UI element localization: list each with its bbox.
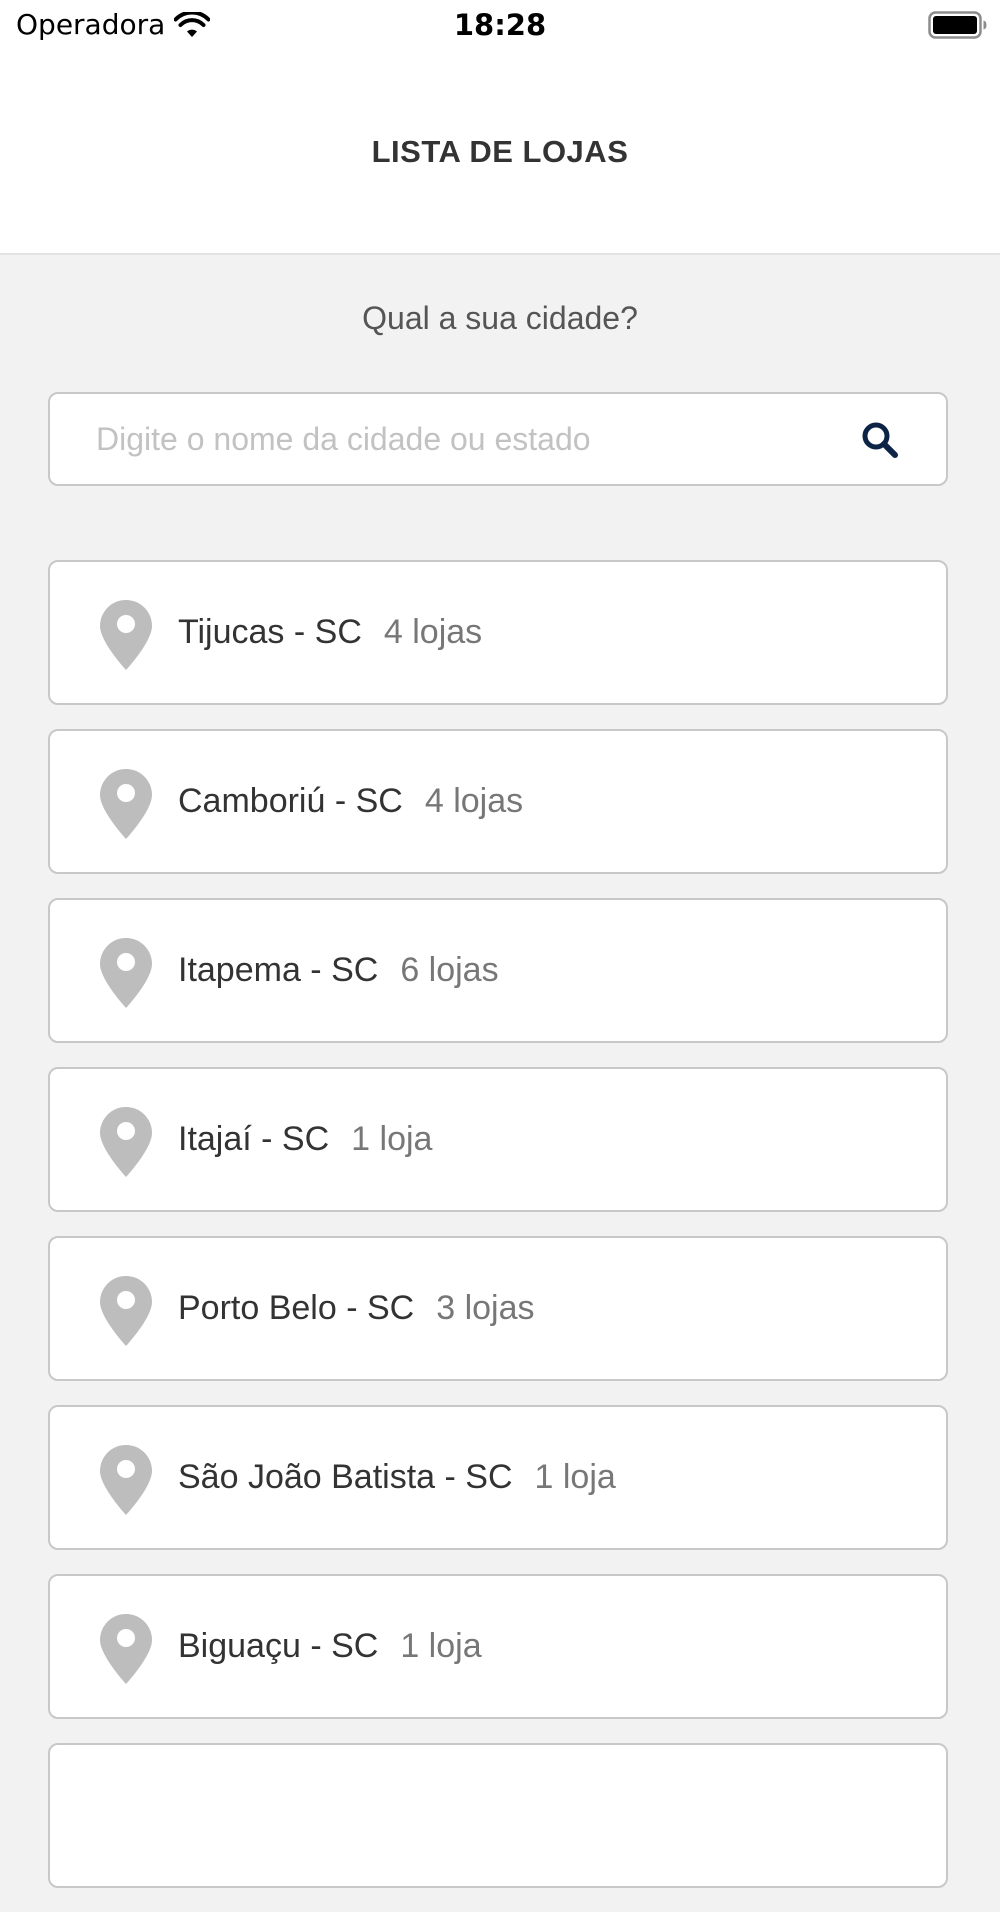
map-pin-icon	[100, 1107, 152, 1177]
store-count: 4 lojas	[424, 782, 524, 820]
page-title: LISTA DE LOJAS	[371, 134, 629, 169]
list-item[interactable]: Biguaçu - SC 1 loja	[48, 1574, 948, 1719]
city-name: São João Batista - SC	[178, 1458, 513, 1496]
map-pin-icon	[100, 769, 152, 839]
city-name: Biguaçu - SC	[178, 1627, 379, 1665]
list-item[interactable]: Porto Belo - SC 3 lojas	[48, 1236, 948, 1381]
map-pin-icon	[100, 1276, 152, 1346]
city-name: Porto Belo - SC	[178, 1289, 415, 1327]
city-name: Itajaí - SC	[178, 1120, 330, 1158]
search-icon[interactable]	[860, 420, 900, 460]
clock-time: 18:28	[453, 8, 547, 42]
search-input[interactable]	[96, 394, 856, 484]
search-box[interactable]	[48, 392, 948, 486]
list-item[interactable]	[48, 1743, 948, 1888]
map-pin-icon	[100, 1614, 152, 1684]
list-item[interactable]: Itajaí - SC 1 loja	[48, 1067, 948, 1212]
status-bar: Operadora 18:28	[0, 0, 1000, 56]
list-item[interactable]: Camboriú - SC 4 lojas	[48, 729, 948, 874]
map-pin-icon	[100, 1445, 152, 1515]
navigation-header: LISTA DE LOJAS	[0, 56, 1000, 255]
store-count: 1 loja	[400, 1627, 482, 1665]
map-pin-icon	[100, 600, 152, 670]
store-count: 1 loja	[351, 1120, 433, 1158]
battery-icon	[928, 11, 987, 39]
city-question-label: Qual a sua cidade?	[362, 300, 638, 336]
store-count: 1 loja	[534, 1458, 616, 1496]
city-name: Camboriú - SC	[178, 782, 403, 820]
list-item[interactable]: São João Batista - SC 1 loja	[48, 1405, 948, 1550]
store-count: 6 lojas	[400, 951, 499, 989]
store-count: 3 lojas	[436, 1289, 535, 1327]
map-pin-icon	[100, 938, 152, 1008]
city-list: Tijucas - SC 4 lojas Camboriú - SC 4 lojas…	[48, 560, 948, 1912]
city-name: Itapema - SC	[178, 951, 379, 989]
list-item[interactable]: Tijucas - SC 4 lojas	[48, 560, 948, 705]
store-count: 4 lojas	[383, 613, 483, 651]
list-item[interactable]: Itapema - SC 6 lojas	[48, 898, 948, 1043]
city-name: Tijucas - SC	[178, 613, 362, 651]
